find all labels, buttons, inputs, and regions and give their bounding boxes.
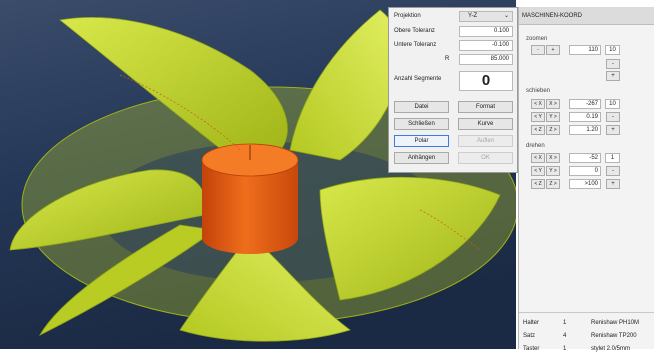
info-num-set: 4 — [563, 333, 567, 339]
rotate-y-minus-button[interactable]: < Y — [531, 166, 545, 176]
shift-label: schieben — [526, 88, 551, 94]
rotate-x-value[interactable]: -52 — [569, 153, 601, 163]
panel-title: MASCHINEN-KOORD — [519, 7, 654, 25]
zoom-step-up-button[interactable]: + — [606, 71, 620, 81]
datei-button[interactable]: Datei — [394, 101, 449, 113]
lower-tolerance-label: Untere Toleranz — [394, 42, 437, 48]
shift-y-minus-button[interactable]: < Y — [531, 112, 545, 122]
info-val-set: Renishaw TP200 — [591, 333, 637, 339]
info-val-holder: Renishaw PH10M — [591, 320, 640, 326]
ok-button[interactable]: OK — [458, 152, 513, 164]
r-label: R — [445, 56, 450, 62]
info-key-holder: Halter — [523, 320, 540, 326]
segments-label: Anzahl Segmente — [394, 76, 442, 82]
schliessen-button[interactable]: Schließen — [394, 118, 449, 130]
rotate-label: drehen — [526, 143, 545, 149]
rotate-x-minus-button[interactable]: < X — [531, 153, 545, 163]
rotate-step-down-button[interactable]: - — [606, 166, 620, 176]
upper-tolerance-label: Obere Toleranz — [394, 28, 435, 34]
rotate-step[interactable]: 1 — [605, 153, 620, 163]
rotate-z-minus-button[interactable]: < Z — [531, 179, 545, 189]
shift-step-up-button[interactable]: + — [606, 125, 620, 135]
rotate-z-plus-button[interactable]: Z > — [546, 179, 560, 189]
zoom-label: zoomen — [526, 36, 548, 42]
tolerance-dialog: Projektion Y-Z ⌄ Obere Toleranz 0.100 Un… — [388, 7, 518, 173]
zoom-minus-button[interactable]: - — [531, 45, 545, 55]
segments-value: 0 — [459, 71, 513, 91]
rotate-step-up-button[interactable]: + — [606, 179, 620, 189]
info-num-stylus: 1 — [563, 346, 567, 352]
info-num-holder: 1 — [563, 320, 567, 326]
info-separator — [519, 312, 654, 313]
polar-button[interactable]: Polar — [394, 135, 449, 147]
rotate-y-value[interactable]: 0 — [569, 166, 601, 176]
shift-x-minus-button[interactable]: < X — [531, 99, 545, 109]
zoom-plus-button[interactable]: + — [546, 45, 560, 55]
lower-tolerance-input[interactable]: -0.100 — [459, 40, 513, 51]
shift-x-value[interactable]: -267 — [569, 99, 601, 109]
projection-label: Projektion — [394, 13, 421, 19]
shift-step-down-button[interactable]: - — [606, 112, 620, 122]
r-input[interactable]: 85.000 — [459, 54, 513, 65]
shift-y-value[interactable]: 0.19 — [569, 112, 601, 122]
upper-tolerance-input[interactable]: 0.100 — [459, 26, 513, 37]
auflegen-button[interactable]: Auflen — [458, 135, 513, 147]
shift-z-value[interactable]: 1.20 — [569, 125, 601, 135]
machine-coord-panel: MASCHINEN-KOORD zoomen - + 110 10 - + sc… — [518, 7, 654, 352]
shift-x-plus-button[interactable]: X > — [546, 99, 560, 109]
zoom-value[interactable]: 110 — [569, 45, 601, 55]
rotate-y-plus-button[interactable]: Y > — [546, 166, 560, 176]
rotate-x-plus-button[interactable]: X > — [546, 153, 560, 163]
rotate-z-value[interactable]: >100 — [569, 179, 601, 189]
projection-value: Y-Z — [468, 13, 478, 19]
anhaengen-button[interactable]: Anhängen — [394, 152, 449, 164]
shift-z-plus-button[interactable]: Z > — [546, 125, 560, 135]
chevron-down-icon: ⌄ — [503, 13, 509, 19]
info-key-set: Satz — [523, 333, 536, 339]
shift-step[interactable]: 10 — [605, 99, 620, 109]
kurve-button[interactable]: Kurve — [458, 118, 513, 130]
zoom-step-down-button[interactable]: - — [606, 59, 620, 69]
info-val-stylus: stylet 2.0/5mm — [591, 346, 631, 352]
info-key-stylus: Taster — [523, 346, 540, 352]
shift-y-plus-button[interactable]: Y > — [546, 112, 560, 122]
shift-z-minus-button[interactable]: < Z — [531, 125, 545, 135]
zoom-step[interactable]: 10 — [605, 45, 620, 55]
format-button[interactable]: Format — [458, 101, 513, 113]
projection-select[interactable]: Y-Z ⌄ — [459, 11, 513, 22]
